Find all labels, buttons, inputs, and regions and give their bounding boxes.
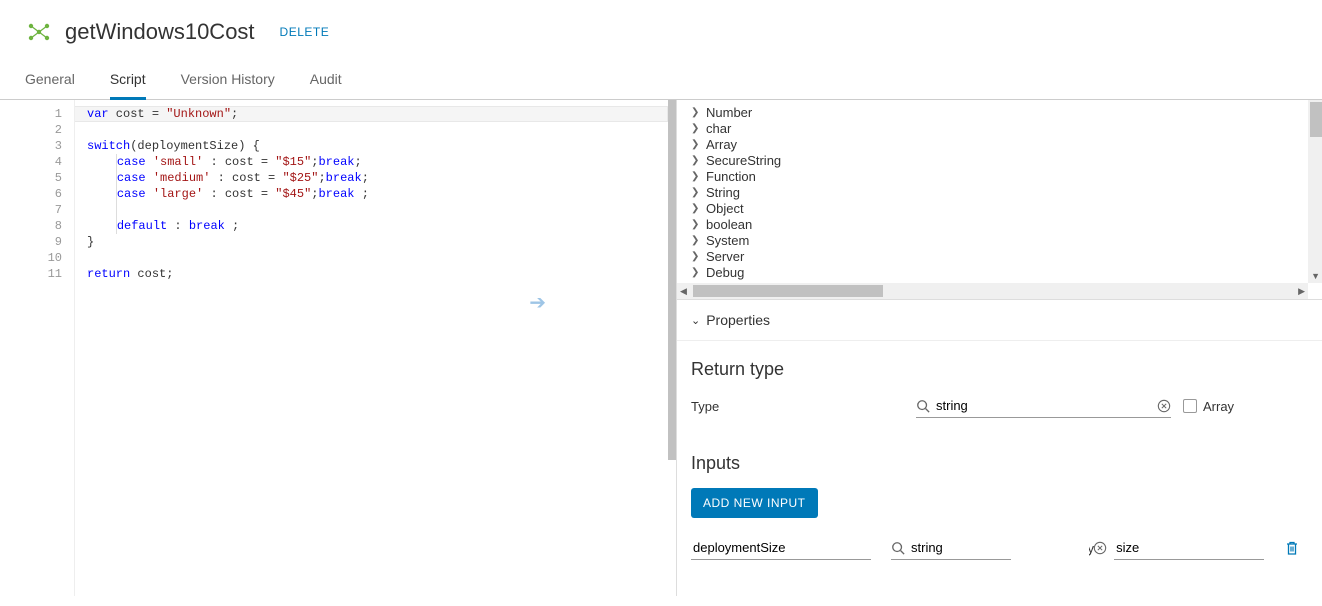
editor-scrollbar[interactable] — [668, 100, 676, 460]
tree-item-label: boolean — [706, 217, 752, 232]
tree-item-label: Server — [706, 249, 744, 264]
chevron-right-icon: ❯ — [691, 171, 701, 182]
inputs-heading: Inputs — [691, 453, 1310, 474]
tree-item[interactable]: ❯ System — [691, 232, 1322, 248]
tree-item[interactable]: ❯ SecureString — [691, 152, 1322, 168]
tab-general[interactable]: General — [25, 61, 75, 99]
tree-vertical-scrollbar[interactable]: ▲ ▼ — [1308, 100, 1322, 283]
properties-header[interactable]: ⌄ Properties — [677, 300, 1322, 341]
chevron-right-icon: ❯ — [691, 219, 701, 230]
tree-item-label: char — [706, 121, 731, 136]
return-type-input[interactable] — [934, 394, 1153, 417]
tree-item[interactable]: ❯ String — [691, 184, 1322, 200]
tree-item-label: Number — [706, 105, 752, 120]
add-new-input-button[interactable]: ADD NEW INPUT — [691, 488, 818, 518]
tree-item[interactable]: ❯ Server — [691, 248, 1322, 264]
scroll-left-icon[interactable]: ◀ — [680, 286, 687, 297]
chevron-right-icon: ❯ — [691, 139, 701, 150]
search-icon — [916, 399, 930, 413]
chevron-right-icon: ❯ — [691, 267, 701, 278]
tab-script[interactable]: Script — [110, 61, 146, 100]
scroll-thumb[interactable] — [693, 285, 883, 297]
input-name-field[interactable] — [691, 536, 871, 560]
return-type-field[interactable] — [916, 394, 1171, 418]
tree-item-label: Object — [706, 201, 744, 216]
code-area[interactable]: var cost = "Unknown";switch(deploymentSi… — [75, 100, 676, 596]
tree-item-label: SecureString — [706, 153, 781, 168]
tree-item[interactable]: ❯ boolean — [691, 216, 1322, 232]
tree-item[interactable]: ❯ Debug — [691, 264, 1322, 280]
tree-item[interactable]: ❯ Number — [691, 104, 1322, 120]
input-type-input[interactable] — [909, 536, 1089, 559]
type-label: Type — [691, 399, 916, 414]
chevron-right-icon: ❯ — [691, 235, 701, 246]
code-editor[interactable]: 1234567891011 var cost = "Unknown";switc… — [0, 100, 676, 596]
line-gutter: 1234567891011 — [0, 100, 75, 596]
tree-item[interactable]: ❯ Function — [691, 168, 1322, 184]
tree-item[interactable]: ❯ char — [691, 120, 1322, 136]
input-description-field[interactable] — [1114, 536, 1264, 560]
delete-button[interactable]: DELETE — [280, 25, 330, 39]
return-array-checkbox[interactable]: Array — [1183, 399, 1234, 414]
chevron-right-icon: ❯ — [691, 187, 701, 198]
properties-label: Properties — [706, 312, 770, 328]
app-logo-icon — [25, 18, 53, 46]
input-type-field[interactable] — [891, 536, 1011, 560]
tree-item-label: Debug — [706, 265, 744, 280]
chevron-right-icon: ❯ — [691, 155, 701, 166]
chevron-right-icon: ❯ — [691, 251, 701, 262]
tree-item[interactable]: ❯ Object — [691, 200, 1322, 216]
chevron-right-icon: ❯ — [691, 203, 701, 214]
tab-version-history[interactable]: Version History — [181, 61, 275, 99]
tree-item-label: System — [706, 233, 749, 248]
tree-item-label: Array — [706, 137, 737, 152]
arrow-right-icon: ➔ — [529, 290, 546, 315]
scroll-thumb[interactable] — [1310, 102, 1322, 137]
clear-icon[interactable] — [1093, 541, 1107, 555]
tree-item-label: Function — [706, 169, 756, 184]
array-checkbox-label: Array — [1203, 399, 1234, 414]
tree-item[interactable]: ❯ Array — [691, 136, 1322, 152]
clear-icon[interactable] — [1157, 399, 1171, 413]
tab-audit[interactable]: Audit — [310, 61, 342, 99]
chevron-right-icon: ❯ — [691, 107, 701, 118]
trash-icon[interactable] — [1284, 540, 1300, 556]
scroll-right-icon[interactable]: ▶ — [1298, 286, 1305, 297]
page-title: getWindows10Cost — [65, 19, 255, 45]
chevron-down-icon: ⌄ — [691, 314, 700, 327]
return-type-heading: Return type — [691, 359, 1310, 380]
tree-horizontal-scrollbar[interactable]: ◀ ▶ — [677, 283, 1308, 299]
scroll-down-icon[interactable]: ▼ — [1311, 271, 1320, 281]
chevron-right-icon: ❯ — [691, 123, 701, 134]
tree-item-label: String — [706, 185, 740, 200]
type-tree[interactable]: ❯ Number ❯ char ❯ Array ❯ SecureString ❯ Function… — [677, 100, 1322, 280]
search-icon — [891, 541, 905, 555]
